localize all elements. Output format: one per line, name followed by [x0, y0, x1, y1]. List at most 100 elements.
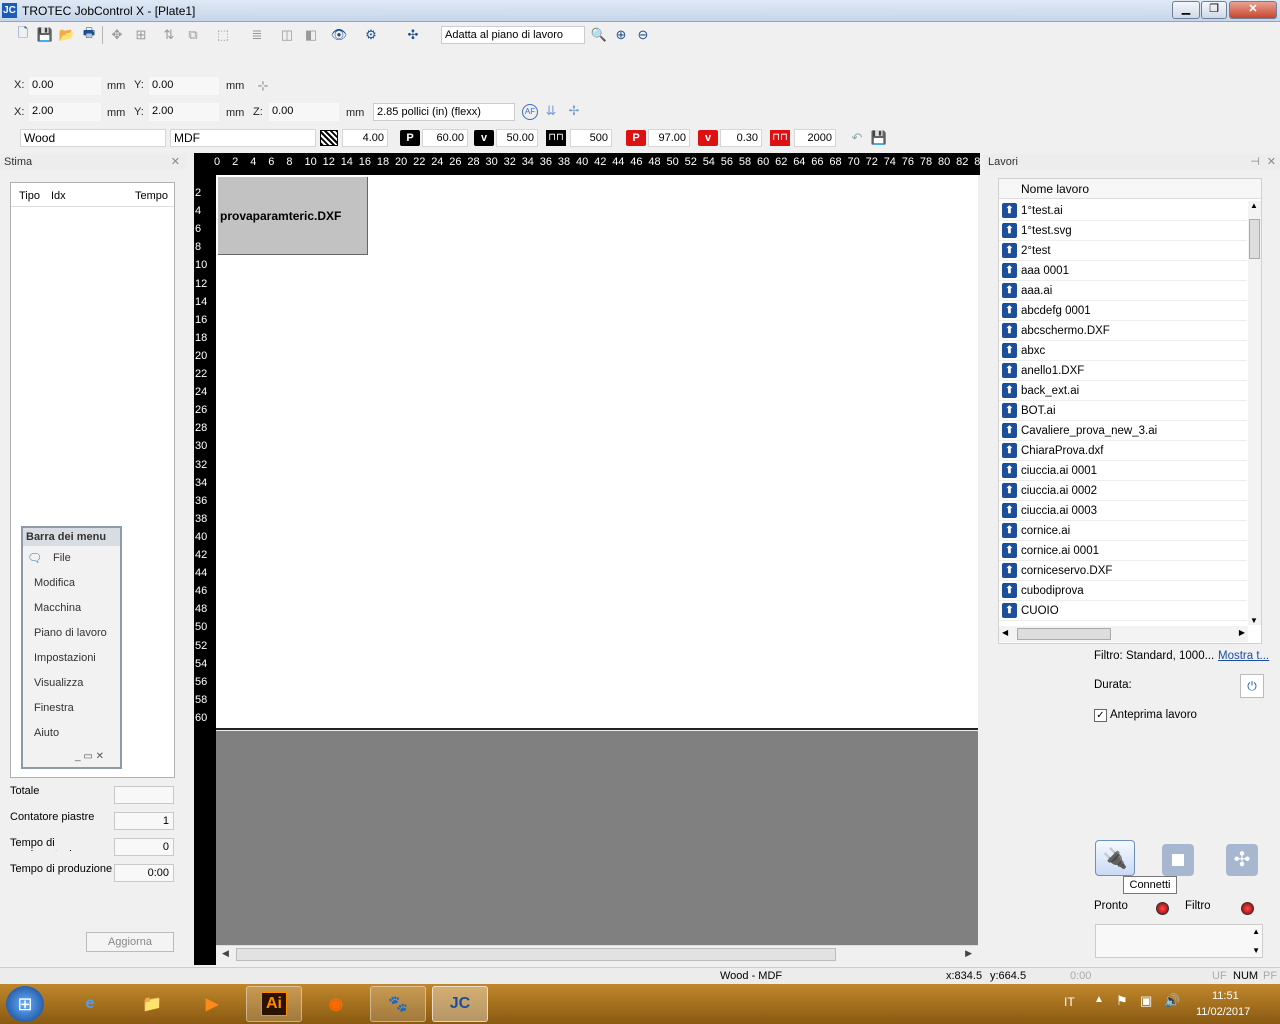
menu-file[interactable]: File [53, 552, 71, 568]
start-button[interactable]: ⊞ [6, 986, 44, 1022]
preview-checkbox[interactable]: ✓ [1094, 709, 1107, 722]
job-list-item[interactable]: ⬆ aaa.ai [999, 281, 1247, 301]
scroll-up-icon[interactable]: ▲ [1250, 201, 1258, 210]
job-list-item[interactable]: ⬆ anello1.DXF [999, 361, 1247, 381]
job-list-item[interactable]: ⬆ abcdefg 0001 [999, 301, 1247, 321]
settings-gear-icon[interactable]: ⚙ [362, 26, 380, 44]
job-on-plate[interactable]: provaparamteric.DXF [218, 177, 368, 255]
menubar-window-controls-icon[interactable]: _ ▭ ✕ [75, 751, 104, 762]
plate-canvas[interactable]: provaparamteric.DXF [216, 175, 978, 730]
exhaust-fan-button[interactable]: ✣ [1222, 842, 1262, 878]
ungroup-icon[interactable]: ◧ [302, 26, 320, 44]
job-list-item[interactable]: ⬆ ciuccia.ai 0002 [999, 481, 1247, 501]
volume-icon[interactable]: 🔊 [1164, 993, 1180, 1009]
y-position-field[interactable]: 0.00 [149, 77, 219, 95]
action-center-icon[interactable]: ⚑ [1116, 993, 1128, 1009]
menu-macchina[interactable]: Macchina [34, 602, 81, 618]
job-list-item[interactable]: ⬆ 2°test [999, 241, 1247, 261]
connect-button[interactable]: 🔌 [1095, 840, 1135, 876]
process-icon[interactable]: ✣ [404, 26, 422, 44]
zoom-out-icon[interactable]: ⊖ [634, 26, 652, 44]
menu-modifica[interactable]: Modifica [34, 577, 75, 593]
autofocus-icon[interactable]: AF [522, 104, 538, 120]
scroll-right-icon[interactable]: ▶ [965, 948, 972, 959]
job-list-item[interactable]: ⬆ ChiaraProva.dxf [999, 441, 1247, 461]
col-job-name[interactable]: Nome lavoro [1021, 182, 1089, 196]
xyz-move-icon[interactable]: ✢ [565, 102, 583, 120]
firefox-icon[interactable]: ◉ [308, 986, 364, 1022]
job-list-item[interactable]: ⬆ cornice.ai [999, 521, 1247, 541]
job-list-item[interactable]: ⬆ BOT.ai [999, 401, 1247, 421]
language-indicator[interactable]: IT [1064, 995, 1075, 1009]
zoom-icon[interactable]: 🔍 [590, 26, 608, 44]
col-type[interactable]: Tipo [19, 190, 40, 202]
cut-frequency-field[interactable]: 2000 [794, 129, 836, 147]
job-list-item[interactable]: ⬆ CUOIO [999, 601, 1247, 621]
job-list-item[interactable]: ⬆ cornice.ai 0001 [999, 541, 1247, 561]
minimize-button[interactable]: ▁ [1172, 1, 1200, 19]
scroll-down-icon[interactable]: ▼ [1252, 946, 1260, 955]
stop-button[interactable] [1158, 842, 1198, 878]
canvas-horizontal-scrollbar[interactable]: ◀ ▶ [216, 945, 978, 963]
open-icon[interactable]: 📂 [58, 26, 76, 44]
job-list-item[interactable]: ⬆ abcschermo.DXF [999, 321, 1247, 341]
internet-explorer-icon[interactable]: e [62, 986, 118, 1022]
sort-icon[interactable]: ⇅ [160, 26, 178, 44]
illustrator-icon[interactable]: Ai [246, 986, 302, 1022]
menu-finestra[interactable]: Finestra [34, 702, 74, 718]
col-time[interactable]: Tempo [135, 190, 168, 202]
pin-icon[interactable]: ⊣ [1250, 154, 1260, 170]
jobcontrol-taskbar-icon[interactable]: JC [432, 986, 488, 1022]
jobs-vertical-scrollbar[interactable]: ▲ ▼ [1248, 201, 1261, 625]
print-icon[interactable]: 🖶 [80, 25, 98, 44]
scroll-left-icon[interactable]: ◀ [1002, 628, 1008, 637]
job-list-item[interactable]: ⬆ back_ext.ai [999, 381, 1247, 401]
x-position-field[interactable]: 0.00 [29, 77, 101, 95]
layers-icon[interactable]: ≣ [248, 26, 266, 44]
job-list-item[interactable]: ⬆ 1°test.ai [999, 201, 1247, 221]
jobs-scroll-thumb[interactable] [1249, 219, 1260, 259]
copy-icon[interactable]: ⧉ [184, 26, 202, 44]
timer-icon[interactable]: ⏻ [1240, 674, 1264, 698]
scroll-up-icon[interactable]: ▲ [1252, 927, 1260, 936]
job-list-item[interactable]: ⬆ 1°test.svg [999, 221, 1247, 241]
save-material-icon[interactable]: 💾 [870, 129, 888, 147]
col-idx[interactable]: Idx [51, 190, 66, 202]
position-icon[interactable]: ✥ [108, 26, 126, 44]
menu-aiuto[interactable]: Aiuto [34, 727, 59, 743]
file-explorer-icon[interactable]: 📁 [124, 986, 180, 1022]
material-category-select[interactable]: Wood [20, 129, 166, 147]
update-button[interactable]: Aggiorna [86, 932, 174, 952]
scroll-right-icon[interactable]: ▶ [1239, 628, 1245, 637]
engrave-power-field[interactable]: 60.00 [422, 129, 468, 147]
focus-height-icon[interactable]: ⇊ [542, 102, 560, 120]
job-list-item[interactable]: ⬆ aaa 0001 [999, 261, 1247, 281]
arrange-icon[interactable]: ⬚ [214, 26, 232, 44]
zoom-in-icon[interactable]: ⊕ [612, 26, 630, 44]
zoom-mode-select[interactable]: Adatta al piano di lavoro [441, 26, 585, 44]
job-list-item[interactable]: ⬆ cubodiprova [999, 581, 1247, 601]
engrave-frequency-field[interactable]: 500 [570, 129, 612, 147]
clock-date[interactable]: 11/02/2017 [1196, 1006, 1250, 1018]
menu-visualizza[interactable]: Visualizza [34, 677, 83, 693]
maximize-button[interactable]: ❐ [1201, 1, 1227, 19]
job-list-item[interactable]: ⬆ abxc [999, 341, 1247, 361]
media-player-icon[interactable]: ▶ [184, 986, 240, 1022]
close-button[interactable]: ✕ [1229, 1, 1277, 19]
scroll-left-icon[interactable]: ◀ [222, 948, 229, 959]
reference-point-icon[interactable]: ⊹ [254, 77, 272, 95]
thickness-field[interactable]: 4.00 [342, 129, 388, 147]
job-list-item[interactable]: ⬆ corniceservo.DXF [999, 561, 1247, 581]
view-eye-icon[interactable]: 👁 [330, 26, 348, 44]
new-file-icon[interactable]: 🗋 [14, 25, 32, 44]
show-hidden-icons-icon[interactable]: ▲ [1094, 994, 1104, 1005]
network-icon[interactable]: ▣ [1140, 993, 1152, 1009]
menu-impostazioni[interactable]: Impostazioni [34, 652, 96, 668]
canvas-scroll-thumb[interactable] [236, 948, 836, 961]
gimp-icon[interactable]: 🐾 [370, 986, 426, 1022]
job-list-item[interactable]: ⬆ Cavaliere_prova_new_3.ai [999, 421, 1247, 441]
jobs-hscroll-thumb[interactable] [1017, 628, 1111, 640]
job-list-item[interactable]: ⬆ ciuccia.ai 0001 [999, 461, 1247, 481]
lens-select[interactable]: 2.85 pollici (in) (flexx) [373, 103, 515, 121]
cut-speed-field[interactable]: 0.30 [720, 129, 762, 147]
